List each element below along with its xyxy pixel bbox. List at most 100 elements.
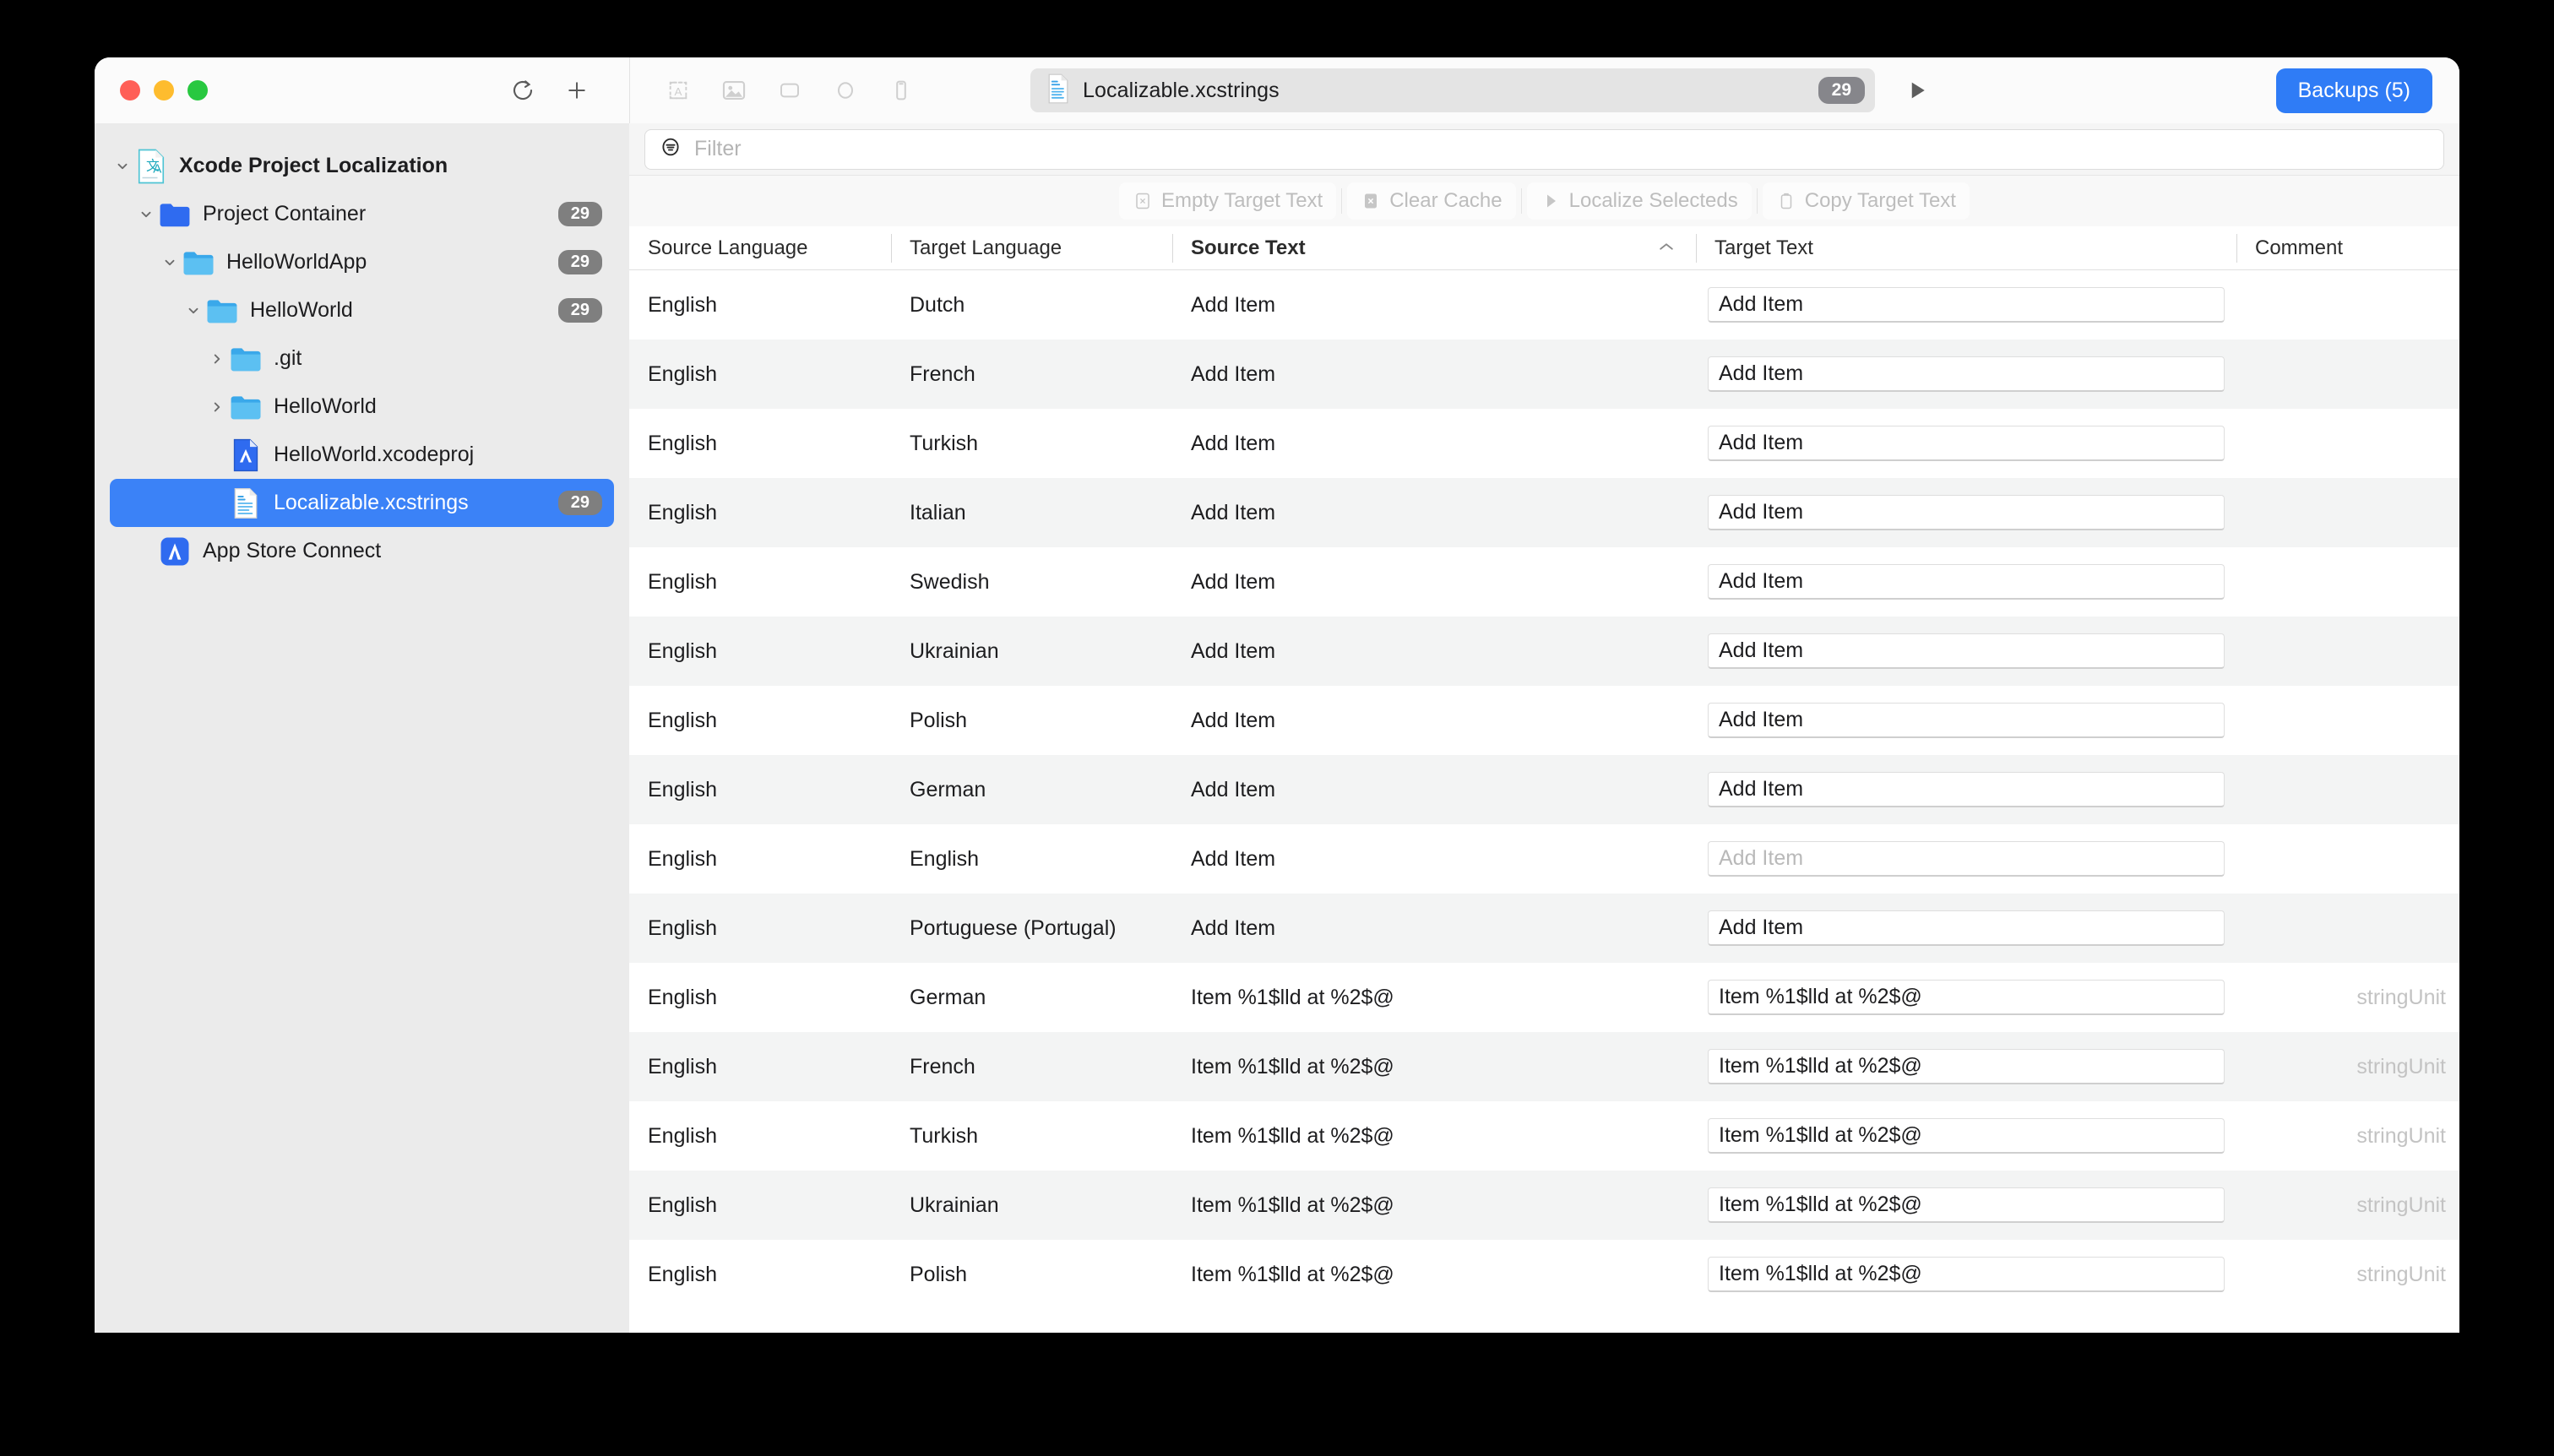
main-panel: Filter Empty Target Text Clear Cache Local… bbox=[629, 123, 2459, 1333]
table-row[interactable]: English Swedish Add Item Add Item bbox=[629, 547, 2459, 617]
sidebar-item-project-container[interactable]: Project Container 29 bbox=[110, 190, 614, 238]
target-text-input[interactable]: Add Item bbox=[1708, 356, 2225, 392]
column-header-source-language[interactable]: Source Language bbox=[629, 234, 891, 263]
chevron-down-icon[interactable] bbox=[133, 207, 159, 222]
view-mode-icons: A bbox=[662, 74, 917, 106]
target-text-input[interactable]: Item %1$lld at %2$@ bbox=[1708, 1187, 2225, 1223]
cell-comment: stringUnit bbox=[2356, 1193, 2446, 1217]
zoom-button[interactable] bbox=[187, 80, 208, 101]
cell-source-language: English bbox=[648, 708, 717, 732]
sidebar-item-label: Project Container bbox=[203, 202, 367, 225]
x-box-filled-icon bbox=[1361, 191, 1381, 211]
target-text-input[interactable]: Item %1$lld at %2$@ bbox=[1708, 1049, 2225, 1084]
table-row[interactable]: English Dutch Add Item Add Item bbox=[629, 270, 2459, 340]
clear-cache-button[interactable]: Clear Cache bbox=[1347, 182, 1516, 220]
cell-target-text: Add Item bbox=[1696, 356, 2236, 392]
cell-target-language: Polish bbox=[910, 1262, 968, 1286]
cell-target-language: Swedish bbox=[910, 569, 990, 594]
cell-target-text: Add Item bbox=[1696, 495, 2236, 530]
plus-icon[interactable] bbox=[558, 72, 595, 109]
target-text-input[interactable]: Add Item bbox=[1708, 633, 2225, 669]
copy-target-text-button[interactable]: Copy Target Text bbox=[1762, 182, 1970, 220]
search-input[interactable]: Filter bbox=[644, 128, 2444, 170]
sidebar-item-localizable-xcstrings[interactable]: Localizable.xcstrings 29 bbox=[110, 479, 614, 527]
svg-text:A: A bbox=[675, 85, 682, 98]
document-title: Localizable.xcstrings bbox=[1083, 78, 1280, 102]
cell-target-text: Add Item bbox=[1696, 287, 2236, 323]
table-row[interactable]: English Ukrainian Add Item Add Item bbox=[629, 617, 2459, 686]
table-row[interactable]: English Turkish Item %1$lld at %2$@ Item %1… bbox=[629, 1101, 2459, 1171]
target-text-input[interactable]: Add Item bbox=[1708, 841, 2225, 877]
target-text-input[interactable]: Add Item bbox=[1708, 287, 2225, 323]
cell-target-language: Ukrainian bbox=[910, 1193, 999, 1217]
sidebar-item-badge: 29 bbox=[557, 298, 602, 323]
target-text-input[interactable]: Add Item bbox=[1708, 703, 2225, 738]
action-separator bbox=[1756, 188, 1758, 214]
chevron-down-icon[interactable] bbox=[157, 255, 182, 270]
sidebar-item-xcode-project-localization[interactable]: 文 A Xcode Project Localization bbox=[110, 142, 614, 190]
table-row[interactable]: English Ukrainian Item %1$lld at %2$@ Item … bbox=[629, 1171, 2459, 1240]
action-separator bbox=[1520, 188, 1522, 214]
run-button[interactable] bbox=[1900, 73, 1934, 107]
target-text-input[interactable]: Item %1$lld at %2$@ bbox=[1708, 1118, 2225, 1154]
backups-button[interactable]: Backups (5) bbox=[2275, 68, 2432, 113]
target-text-input[interactable]: Add Item bbox=[1708, 772, 2225, 807]
refresh-icon[interactable] bbox=[504, 72, 541, 109]
titlebar-right: A Localizable.xcstrings 29 Backups (5) bbox=[629, 57, 2459, 123]
text-icon[interactable]: A bbox=[662, 74, 694, 106]
document-count-badge: 29 bbox=[1818, 77, 1865, 104]
rectangle-icon[interactable] bbox=[774, 74, 806, 106]
sidebar-item-helloworld[interactable]: HelloWorld bbox=[110, 383, 614, 431]
sidebar-item-label: Xcode Project Localization bbox=[179, 154, 448, 177]
target-text-input[interactable]: Add Item bbox=[1708, 495, 2225, 530]
table-row[interactable]: English Italian Add Item Add Item bbox=[629, 478, 2459, 547]
device-icon[interactable] bbox=[885, 74, 917, 106]
image-icon[interactable] bbox=[718, 74, 750, 106]
table-row[interactable]: English Turkish Add Item Add Item bbox=[629, 409, 2459, 478]
column-header-target-language[interactable]: Target Language bbox=[891, 233, 1172, 263]
chevron-down-icon[interactable] bbox=[110, 159, 135, 174]
sidebar-item-git[interactable]: .git bbox=[110, 334, 614, 383]
table-row[interactable]: English French Add Item Add Item bbox=[629, 340, 2459, 409]
target-text-input[interactable]: Add Item bbox=[1708, 910, 2225, 946]
sidebar-item-helloworldapp[interactable]: HelloWorldApp 29 bbox=[110, 238, 614, 286]
sidebar-item-label: .git bbox=[274, 346, 302, 370]
column-header-label: Target Language bbox=[910, 236, 1062, 259]
column-header-target-text[interactable]: Target Text bbox=[1696, 233, 2236, 263]
document-pill[interactable]: Localizable.xcstrings 29 bbox=[1030, 68, 1875, 112]
target-text-input[interactable]: Item %1$lld at %2$@ bbox=[1708, 1257, 2225, 1292]
table-row[interactable]: English English Add Item Add Item bbox=[629, 824, 2459, 894]
localize-selecteds-button[interactable]: Localize Selecteds bbox=[1526, 182, 1752, 220]
xcstrings-icon bbox=[230, 487, 262, 519]
sidebar-item-helloworld[interactable]: HelloWorld 29 bbox=[110, 286, 614, 334]
table-row[interactable]: English French Item %1$lld at %2$@ Item %1$… bbox=[629, 1032, 2459, 1101]
target-text-input[interactable]: Add Item bbox=[1708, 426, 2225, 461]
table-row[interactable]: English German Item %1$lld at %2$@ Item %1$… bbox=[629, 963, 2459, 1032]
app-window: A Localizable.xcstrings 29 Backups (5) 文… bbox=[95, 57, 2459, 1333]
app-store-connect-icon bbox=[159, 535, 191, 568]
table-row[interactable]: English German Add Item Add Item bbox=[629, 755, 2459, 824]
cell-source-text: Add Item bbox=[1191, 361, 1276, 386]
cell-target-language: French bbox=[910, 361, 975, 386]
cell-source-text: Item %1$lld at %2$@ bbox=[1191, 1054, 1394, 1078]
column-header-comment[interactable]: Comment bbox=[2236, 233, 2459, 263]
circle-icon[interactable] bbox=[829, 74, 861, 106]
table-row[interactable]: English Portuguese (Portugal) Add Item Add … bbox=[629, 894, 2459, 963]
cell-source-text: Add Item bbox=[1191, 846, 1276, 871]
chevron-right-icon[interactable] bbox=[204, 399, 230, 415]
target-text-input[interactable]: Add Item bbox=[1708, 564, 2225, 600]
chevron-right-icon[interactable] bbox=[204, 351, 230, 367]
close-button[interactable] bbox=[120, 80, 140, 101]
cell-source-text: Add Item bbox=[1191, 569, 1276, 594]
table-row[interactable]: English Polish Item %1$lld at %2$@ Item %1$… bbox=[629, 1240, 2459, 1309]
empty-target-text-button[interactable]: Empty Target Text bbox=[1119, 182, 1337, 220]
table-body: English Dutch Add Item Add Item English Frenc… bbox=[629, 270, 2459, 1333]
chevron-down-icon[interactable] bbox=[181, 303, 206, 318]
sidebar-item-helloworld-xcodeproj[interactable]: HelloWorld.xcodeproj bbox=[110, 431, 614, 479]
target-text-input[interactable]: Item %1$lld at %2$@ bbox=[1708, 980, 2225, 1015]
window-body: 文 A Xcode Project Localization Project C… bbox=[95, 123, 2459, 1333]
table-row[interactable]: English Polish Add Item Add Item bbox=[629, 686, 2459, 755]
column-header-source-text[interactable]: Source Text bbox=[1172, 233, 1696, 263]
sidebar-item-app-store-connect[interactable]: App Store Connect bbox=[110, 527, 614, 575]
minimize-button[interactable] bbox=[154, 80, 174, 101]
